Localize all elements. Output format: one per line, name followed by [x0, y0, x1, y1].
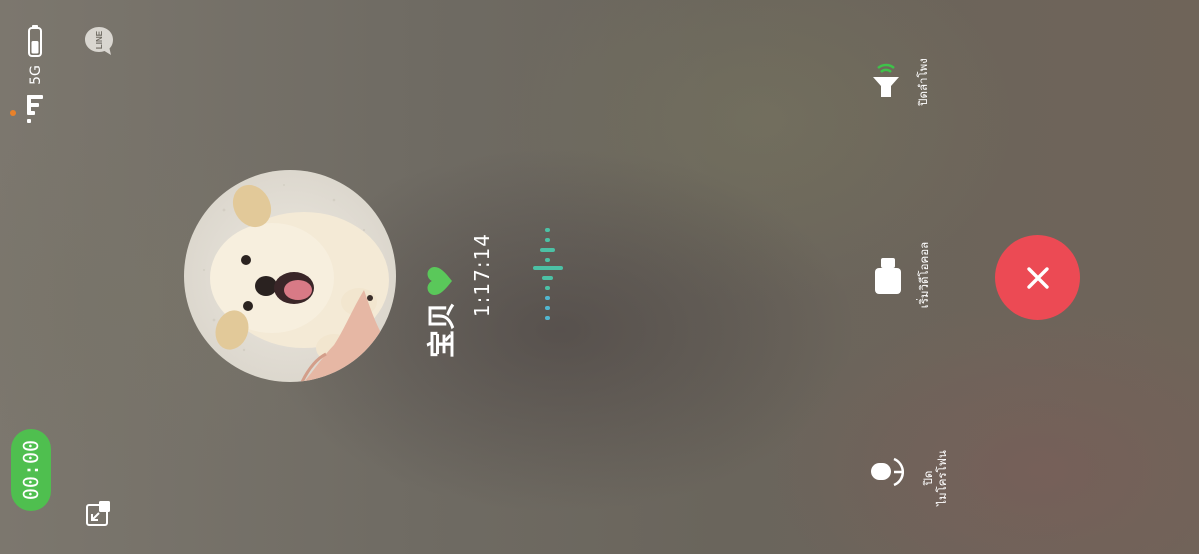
line-app-icon: LINE [85, 27, 113, 55]
mic-label-line1: ปิด [921, 470, 935, 486]
contact-name: 宝贝 [425, 301, 458, 358]
pip-icon[interactable] [86, 500, 112, 528]
speaker-label: ปิดลำโพง [916, 58, 930, 106]
mic-label-line2: ไมโครโฟน [935, 450, 949, 506]
video-camera-icon[interactable] [871, 258, 905, 296]
video-label: เริ่มวิดีโอคอล [917, 241, 931, 309]
battery-icon [28, 25, 42, 57]
network-type: 5G [28, 65, 44, 85]
call-timer: 00:00 [11, 429, 51, 511]
svg-text:LINE: LINE [95, 30, 104, 49]
heart-icon [427, 266, 452, 295]
speaker-icon[interactable] [869, 62, 903, 100]
close-icon [1026, 266, 1049, 289]
end-call-button[interactable] [995, 235, 1080, 320]
contact-avatar [184, 170, 396, 382]
contact-name-row: 宝贝 [423, 198, 458, 358]
signal-icon [27, 95, 43, 123]
mic-label: ปิด ไมโครโฟน [921, 448, 949, 508]
recording-dot [10, 110, 16, 116]
call-duration: 1:17:14 [470, 232, 494, 318]
microphone-icon[interactable] [870, 455, 904, 493]
audio-wave-icon [533, 228, 563, 320]
